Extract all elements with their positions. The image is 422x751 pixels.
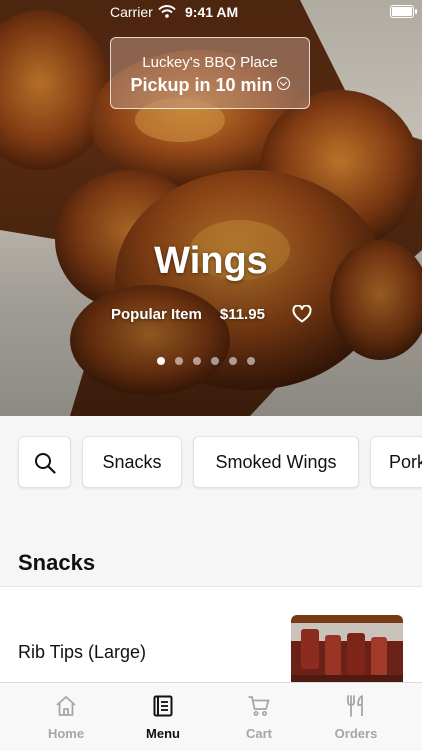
pickup-label: Pickup in 10 min (130, 75, 273, 95)
carousel-dot[interactable] (247, 357, 255, 365)
hero-title: Wings (154, 240, 268, 282)
carousel-dot[interactable] (229, 357, 237, 365)
tab-label: Cart (245, 726, 272, 741)
status-bar: Carrier 9:41 AM (0, 0, 422, 24)
carousel-dot[interactable] (211, 357, 219, 365)
menu-icon (153, 695, 173, 717)
store-name: Luckey's BBQ Place (142, 54, 278, 71)
heart-icon[interactable] (292, 305, 312, 323)
home-icon (56, 696, 76, 716)
tab-label: Menu (146, 726, 180, 741)
hero-meta: Popular Item $11.95 (111, 306, 265, 323)
tab-bar: Home Menu Cart Orders (0, 682, 422, 751)
cart-icon (248, 696, 270, 716)
category-chip-snacks[interactable]: Snacks (82, 436, 182, 488)
category-bar[interactable]: Snacks Smoked Wings Pork (0, 416, 422, 510)
category-chip-smoked-wings[interactable]: Smoked Wings (193, 436, 359, 488)
popular-tag: Popular Item (111, 306, 202, 323)
section-title: Snacks (18, 550, 96, 575)
carousel-dots[interactable] (157, 352, 265, 365)
store-selector[interactable]: Luckey's BBQ Place Pickup in 10 min (110, 37, 310, 109)
tab-label: Orders (334, 726, 378, 741)
wifi-icon (158, 5, 176, 18)
tab-menu[interactable]: Menu (123, 683, 203, 751)
tab-label: Home (47, 726, 85, 741)
pickup-time: Pickup in 10 min (111, 75, 309, 96)
carousel-dot[interactable] (157, 357, 165, 365)
chevron-down-icon (276, 77, 290, 90)
tab-cart[interactable]: Cart (219, 683, 299, 751)
hero-banner[interactable]: Carrier 9:41 AM Luckey's BBQ Place Picku… (0, 0, 422, 416)
search-icon (35, 453, 56, 474)
tab-orders[interactable]: Orders (316, 683, 396, 751)
carousel-dot[interactable] (193, 357, 201, 365)
carousel-dot[interactable] (175, 357, 183, 365)
search-button[interactable] (18, 436, 71, 488)
carrier-label: Carrier (110, 4, 153, 20)
item-name: Rib Tips (Large) (18, 642, 147, 662)
category-chip-pork[interactable]: Pork (370, 436, 422, 488)
status-time: 9:41 AM (185, 4, 239, 20)
menu-list: Rib Tips (Large) (0, 586, 422, 695)
tab-home[interactable]: Home (26, 683, 106, 751)
battery-icon (390, 5, 417, 18)
hero-price: $11.95 (219, 306, 265, 323)
utensils-icon (347, 695, 363, 717)
